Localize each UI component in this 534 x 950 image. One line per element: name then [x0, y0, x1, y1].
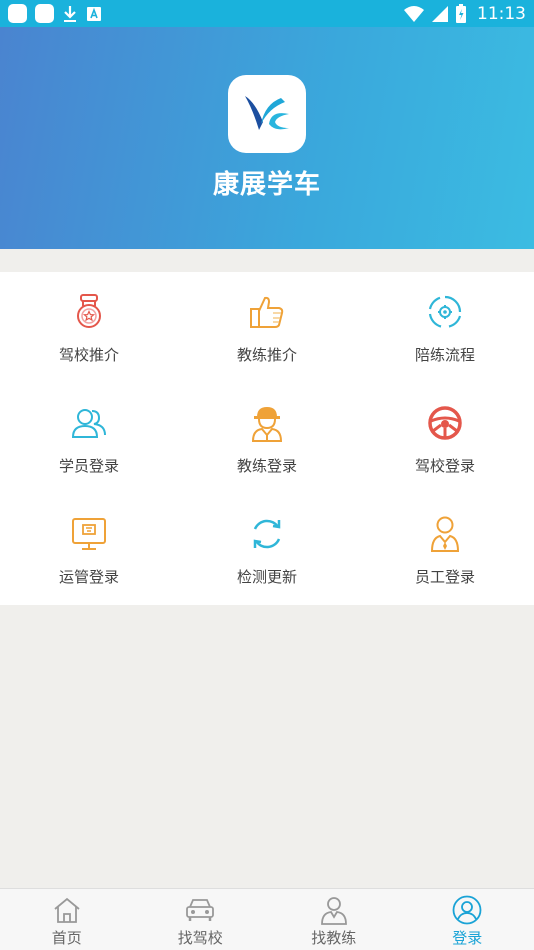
signal-icon	[432, 5, 448, 22]
status-time: 11:13	[477, 3, 526, 24]
grid-item-coach-recommend[interactable]: 教练推介	[178, 272, 356, 383]
tab-find-school[interactable]: 找驾校	[134, 889, 268, 950]
grid-item-staff-login[interactable]: 员工登录	[356, 494, 534, 605]
function-grid: 驾校推介 教练推介 陪练流程 学员登录 教练登录 驾校登录 运管登录 检测更新 …	[0, 272, 534, 605]
grid-item-label: 员工登录	[414, 568, 475, 586]
grid-item-label: 驾校推介	[58, 346, 119, 364]
grid-item-practice-process[interactable]: 陪练流程	[356, 272, 534, 383]
logo-icon	[245, 96, 289, 130]
notification-icon	[8, 4, 27, 23]
thumbs-up-icon	[247, 292, 287, 332]
grid-item-label: 教练推介	[236, 346, 297, 364]
notification-icon	[35, 4, 54, 23]
grid-item-check-update[interactable]: 检测更新	[178, 494, 356, 605]
tab-login[interactable]: 登录	[401, 889, 534, 950]
battery-icon	[456, 3, 466, 23]
wifi-icon	[404, 5, 424, 22]
grid-item-label: 教练登录	[236, 457, 297, 475]
bottom-tab-bar: 首页 找驾校 找教练 登录	[0, 888, 534, 950]
app-logo	[228, 75, 306, 153]
tab-home[interactable]: 首页	[0, 889, 134, 950]
text-a-icon	[87, 6, 101, 21]
staff-icon	[425, 514, 465, 554]
tab-label: 找驾校	[177, 929, 223, 947]
status-bar: 11:13	[0, 0, 534, 27]
medal-icon	[69, 292, 109, 332]
grid-item-student-login[interactable]: 学员登录	[0, 383, 178, 494]
grid-item-label: 检测更新	[236, 568, 297, 586]
status-notifications	[8, 4, 102, 23]
users-icon	[69, 403, 109, 443]
tab-find-coach[interactable]: 找教练	[267, 889, 401, 950]
coach-icon	[318, 894, 350, 926]
grid-item-label: 陪练流程	[414, 346, 475, 364]
tab-label: 登录	[452, 929, 483, 947]
app-name: 康展学车	[212, 170, 321, 200]
car-icon	[184, 894, 216, 926]
grid-item-label: 驾校登录	[414, 457, 475, 475]
coach-helmet-icon	[247, 403, 287, 443]
download-icon	[64, 6, 76, 22]
gear-cycle-icon	[425, 292, 465, 332]
monitor-icon	[69, 514, 109, 554]
refresh-icon	[247, 514, 287, 554]
grid-item-school-recommend[interactable]: 驾校推介	[0, 272, 178, 383]
user-circle-icon	[451, 894, 483, 926]
grid-item-label: 学员登录	[58, 457, 119, 475]
grid-item-transport-login[interactable]: 运管登录	[0, 494, 178, 605]
grid-item-coach-login[interactable]: 教练登录	[178, 383, 356, 494]
steering-wheel-icon	[425, 403, 465, 443]
home-icon	[51, 894, 83, 926]
grid-item-school-login[interactable]: 驾校登录	[356, 383, 534, 494]
hero-banner: 康展学车	[0, 27, 534, 249]
grid-item-label: 运管登录	[58, 568, 119, 586]
tab-label: 首页	[51, 929, 82, 947]
tab-label: 找教练	[311, 929, 357, 947]
